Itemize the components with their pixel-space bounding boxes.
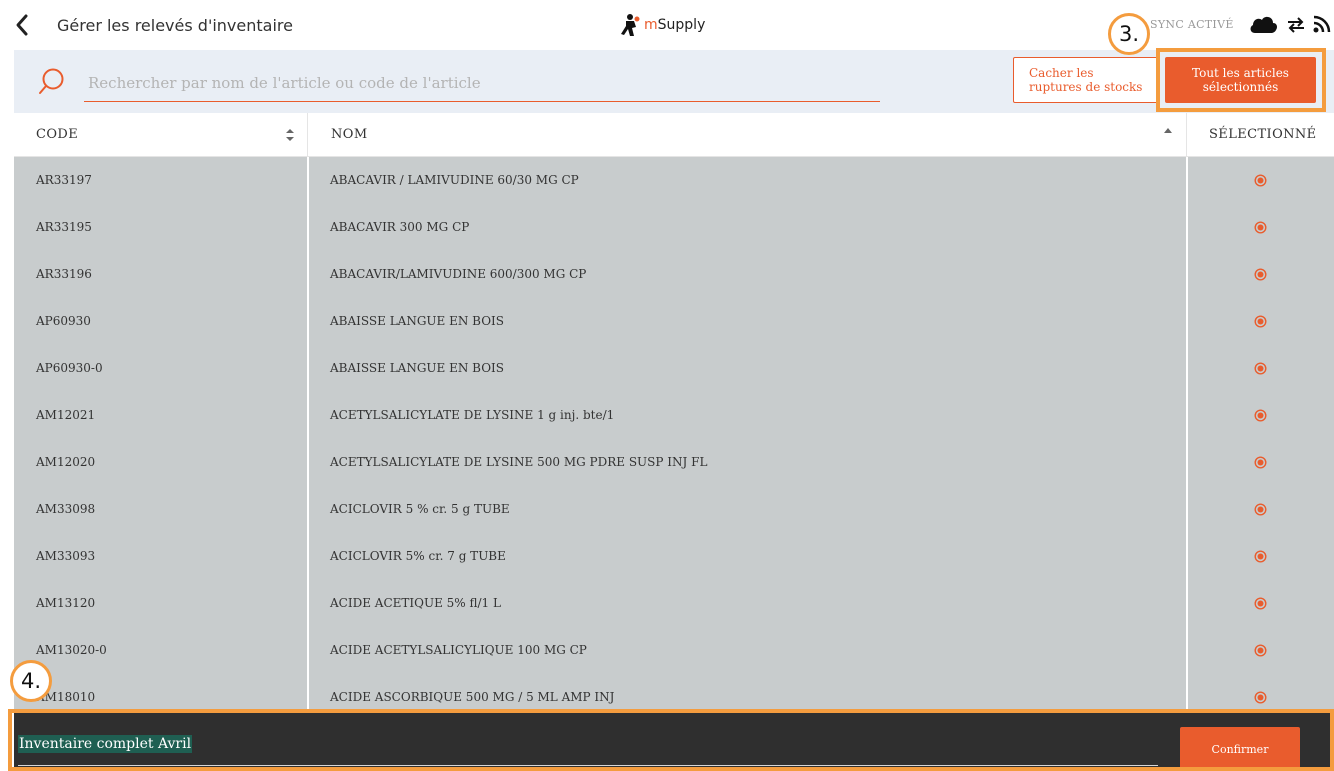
sync-status: SYNC ACTIVÉ — [1150, 18, 1234, 31]
column-header-code[interactable]: CODE — [36, 113, 78, 157]
item-name: ACIDE ASCORBIQUE 500 MG / 5 ML AMP INJ — [330, 690, 615, 704]
msupply-logo-icon — [621, 14, 640, 36]
search-icon — [39, 68, 64, 94]
item-code: AM12021 — [36, 408, 96, 422]
column-header-name[interactable]: NOM — [331, 113, 368, 157]
item-code: AM33093 — [36, 549, 96, 563]
item-name: ABAISSE LANGUE EN BOIS — [330, 361, 505, 375]
column-header-selected[interactable]: SÉLECTIONNÉ — [1209, 113, 1317, 157]
item-code: AR33196 — [36, 267, 92, 281]
sort-ascending-icon[interactable] — [1162, 125, 1174, 135]
step-badge-4: 4. — [10, 660, 52, 702]
table-row[interactable]: AM13020-0 ACIDE ACETYLSALICYLIQUE 100 MG … — [14, 627, 1334, 674]
item-name: ABACAVIR/LAMIVUDINE 600/300 MG CP — [330, 267, 587, 281]
table-row[interactable]: AR33195 ABACAVIR 300 MG CP — [14, 204, 1334, 251]
column-divider — [1186, 113, 1187, 157]
item-name: ABAISSE LANGUE EN BOIS — [330, 314, 505, 328]
table-row[interactable]: AP60930 ABAISSE LANGUE EN BOIS — [14, 298, 1334, 345]
radio-selected-icon[interactable] — [1254, 550, 1267, 563]
radio-selected-icon[interactable] — [1254, 597, 1267, 610]
search-input[interactable] — [84, 64, 880, 102]
item-name: ACETYLSALICYLATE DE LYSINE 500 MG PDRE S… — [330, 455, 708, 469]
back-icon[interactable] — [12, 12, 32, 38]
item-name: ACICLOVIR 5 % cr. 5 g TUBE — [330, 502, 510, 516]
radio-selected-icon[interactable] — [1254, 644, 1267, 657]
table-body: AR33197 ABACAVIR / LAMIVUDINE 60/30 MG CP… — [14, 157, 1334, 711]
select-all-button[interactable]: Tout les articles sélectionnés — [1165, 57, 1316, 103]
rss-icon — [1313, 15, 1331, 33]
radio-selected-icon[interactable] — [1254, 503, 1267, 516]
sort-icon[interactable] — [284, 127, 296, 143]
table-row[interactable]: AM33098 ACICLOVIR 5 % cr. 5 g TUBE — [14, 486, 1334, 533]
table-row[interactable]: AM13120 ACIDE ACETIQUE 5% fl/1 L — [14, 580, 1334, 627]
item-code: AR33195 — [36, 220, 92, 234]
radio-selected-icon[interactable] — [1254, 315, 1267, 328]
page-title: Gérer les relevés d'inventaire — [57, 16, 293, 35]
item-code: AM13120 — [36, 596, 96, 610]
item-code: AP60930 — [36, 314, 91, 328]
item-name: ACIDE ACETIQUE 5% fl/1 L — [330, 596, 501, 610]
stocktake-name-text: Inventaire complet Avril — [18, 735, 193, 753]
brand-name: mSupply — [644, 17, 706, 33]
table-header: CODE NOM SÉLECTIONNÉ — [14, 113, 1334, 157]
radio-selected-icon[interactable] — [1254, 268, 1267, 281]
item-name: ABACAVIR / LAMIVUDINE 60/30 MG CP — [330, 173, 579, 187]
table-row[interactable]: AM18010 ACIDE ASCORBIQUE 500 MG / 5 ML AM… — [14, 674, 1334, 711]
radio-selected-icon[interactable] — [1254, 221, 1267, 234]
table-row[interactable]: AR33196 ABACAVIR/LAMIVUDINE 600/300 MG CP — [14, 251, 1334, 298]
item-code: AM33098 — [36, 502, 96, 516]
radio-selected-icon[interactable] — [1254, 456, 1267, 469]
item-code: AP60930-0 — [36, 361, 103, 375]
radio-selected-icon[interactable] — [1254, 691, 1267, 704]
column-divider — [307, 113, 308, 157]
sync-arrows-icon — [1288, 17, 1304, 33]
stocktake-name-field[interactable]: Inventaire complet Avril — [18, 735, 1158, 766]
item-code: AM12020 — [36, 455, 96, 469]
radio-selected-icon[interactable] — [1254, 174, 1267, 187]
app-logo: mSupply — [620, 12, 705, 38]
radio-selected-icon[interactable] — [1254, 362, 1267, 375]
table-row[interactable]: AR33197 ABACAVIR / LAMIVUDINE 60/30 MG CP — [14, 157, 1334, 204]
step-badge-3: 3. — [1108, 13, 1150, 55]
hide-stockouts-button[interactable]: Cacher les ruptures de stocks — [1013, 57, 1159, 103]
item-name: ACETYLSALICYLATE DE LYSINE 1 g inj. bte/… — [330, 408, 615, 422]
table-row[interactable]: AM12020 ACETYLSALICYLATE DE LYSINE 500 MG… — [14, 439, 1334, 486]
item-name: ACIDE ACETYLSALICYLIQUE 100 MG CP — [330, 643, 587, 657]
item-name: ABACAVIR 300 MG CP — [330, 220, 470, 234]
radio-selected-icon[interactable] — [1254, 409, 1267, 422]
item-code: AR33197 — [36, 173, 92, 187]
table-row[interactable]: AM33093 ACICLOVIR 5% cr. 7 g TUBE — [14, 533, 1334, 580]
table-row[interactable]: AM12021 ACETYLSALICYLATE DE LYSINE 1 g in… — [14, 392, 1334, 439]
confirm-button[interactable]: Confirmer — [1180, 727, 1300, 771]
cloud-icon — [1250, 16, 1277, 33]
table-row[interactable]: AP60930-0 ABAISSE LANGUE EN BOIS — [14, 345, 1334, 392]
item-name: ACICLOVIR 5% cr. 7 g TUBE — [330, 549, 506, 563]
